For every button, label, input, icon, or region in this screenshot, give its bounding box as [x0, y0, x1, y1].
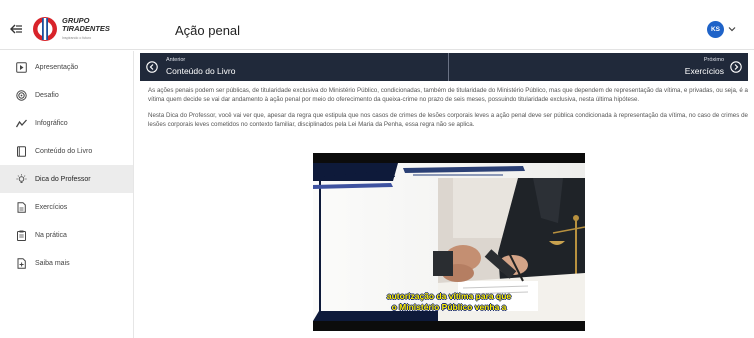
sidebar-item-label: Desafio [35, 91, 59, 99]
sidebar-item-label: Apresentação [35, 63, 79, 71]
sidebar-item-label: Exercícios [35, 203, 68, 211]
lightbulb-icon [16, 173, 27, 185]
previous-caption: Anterior [166, 57, 186, 63]
sidebar-item-label: Conteúdo do Livro [35, 147, 93, 155]
sidebar: Apresentação Desafio Infográfico Conteúd… [0, 51, 134, 338]
document-plus-icon [16, 257, 27, 269]
sidebar-item-label: Infográfico [35, 119, 68, 127]
sidebar-item-saiba-mais[interactable]: Saiba mais [0, 249, 133, 277]
logo-line2: TIRADENTES [62, 23, 110, 33]
video-frame: autorização da vítima para que o Ministé… [313, 163, 585, 321]
video-subtitle-line: o Ministério Público venha a [391, 302, 507, 312]
next-title: Exercícios [684, 66, 724, 76]
sidebar-item-dica-do-professor[interactable]: Dica do Professor [0, 165, 133, 193]
sidebar-item-desafio[interactable]: Desafio [0, 81, 133, 109]
logo[interactable]: GRUPO TIRADENTES Inspirando o futuro [32, 16, 110, 42]
chevron-right-circle-icon [730, 61, 742, 73]
back-arrow-icon[interactable] [9, 22, 23, 36]
sidebar-item-infografico[interactable]: Infográfico [0, 109, 133, 137]
lesson-content: As ações penais podem ser públicas, de t… [148, 86, 748, 129]
logo-tagline: Inspirando o futuro [62, 35, 92, 40]
content-paragraph: Nesta Dica do Professor, você vai ver qu… [148, 112, 748, 128]
page-title: Ação penal [175, 23, 241, 38]
zigzag-chart-icon [16, 118, 27, 129]
document-icon [16, 201, 27, 213]
previous-button[interactable]: Anterior Conteúdo do Livro [140, 53, 449, 81]
next-caption: Próximo [703, 57, 724, 63]
chevron-down-icon[interactable] [728, 25, 736, 33]
logo-mark-icon [33, 17, 57, 41]
previous-title: Conteúdo do Livro [166, 66, 236, 76]
content-paragraph: As ações penais podem ser públicas, de t… [148, 87, 748, 103]
sidebar-item-label: Na prática [35, 231, 67, 239]
top-header: GRUPO TIRADENTES Inspirando o futuro Açã… [0, 10, 754, 50]
spiral-icon [16, 89, 27, 101]
chevron-left-circle-icon [146, 61, 158, 73]
logo-text: GRUPO TIRADENTES Inspirando o futuro [62, 16, 110, 42]
sidebar-item-label: Dica do Professor [35, 175, 91, 183]
sidebar-item-apresentacao[interactable]: Apresentação [0, 53, 133, 81]
book-icon [16, 145, 27, 157]
play-square-icon [16, 61, 27, 73]
sidebar-item-label: Saiba mais [35, 259, 70, 267]
video-player[interactable]: autorização da vítima para que o Ministé… [313, 153, 585, 331]
video-subtitle-line: autorização da vítima para que [386, 291, 512, 301]
clipboard-icon [16, 230, 27, 241]
sidebar-item-conteudo-do-livro[interactable]: Conteúdo do Livro [0, 137, 133, 165]
sidebar-item-na-pratica[interactable]: Na prática [0, 221, 133, 249]
sidebar-item-exercicios[interactable]: Exercícios [0, 193, 133, 221]
lesson-navigation: Anterior Conteúdo do Livro Próximo Exerc… [140, 53, 748, 81]
user-avatar[interactable]: KS [707, 21, 724, 38]
next-button[interactable]: Próximo Exercícios [449, 53, 748, 81]
